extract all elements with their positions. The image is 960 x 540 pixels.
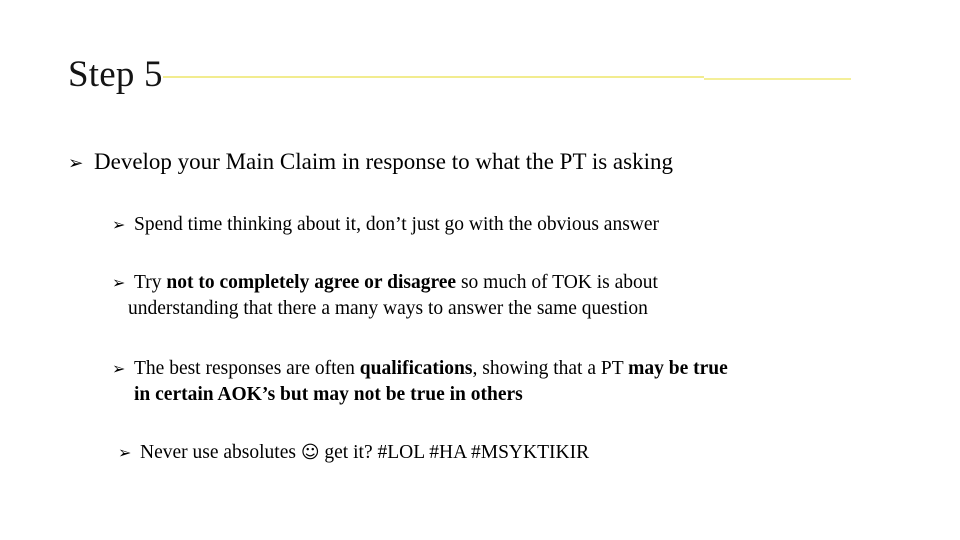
bullet-main: ➢ Develop your Main Claim in response to … (68, 145, 928, 179)
arrow-bullet-icon: ➢ (112, 359, 126, 378)
bullet-sub-3-line2: in certain AOK’s but may not be true in … (134, 384, 523, 405)
title-rule-right (704, 78, 851, 80)
arrow-bullet-icon: ➢ (112, 215, 126, 234)
title-rule-left (163, 76, 704, 78)
arrow-bullet-icon: ➢ (68, 153, 84, 174)
bullet-sub-3-text-bold-2: may be true (628, 358, 728, 379)
bullet-sub-4-text-post: get it? #LOL #HA #MSYKTIKIR (319, 442, 590, 463)
slide: Step 5 ➢ Develop your Main Claim in respo… (0, 0, 960, 540)
bullet-sub-1-text: Spend time thinking about it, don’t just… (134, 214, 660, 235)
bullet-sub-3: ➢ The best responses are often qualificat… (112, 356, 912, 408)
arrow-bullet-icon: ➢ (112, 273, 126, 292)
bullet-sub-4-text-pre: Never use absolutes (140, 442, 301, 463)
page-title: Step 5 (68, 54, 163, 95)
bullet-main-text: Develop your Main Claim in response to w… (94, 149, 673, 174)
bullet-sub-3-text-bold-1: qualifications (359, 358, 473, 379)
bullet-sub-4: ➢ Never use absolutes ☺ get it? #LOL #HA … (118, 440, 918, 466)
bullet-sub-2-line2: understanding that there a many ways to … (128, 298, 648, 319)
bullet-sub-2-text-pre: Try (134, 272, 167, 293)
slide-title-area: Step 5 (68, 52, 860, 102)
arrow-bullet-icon: ➢ (118, 443, 132, 462)
bullet-sub-3-text-pre: The best responses are often (134, 358, 360, 379)
bullet-sub-1: ➢ Spend time thinking about it, don’t jus… (112, 212, 912, 238)
bullet-sub-2: ➢ Try not to completely agree or disagree… (112, 270, 912, 322)
bullet-sub-2-text-bold: not to completely agree or disagree (166, 272, 457, 293)
smiley-face-icon: ☺ (300, 442, 320, 463)
bullet-sub-3-text-mid: , showing that a PT (472, 358, 629, 379)
bullet-sub-2-text-post: so much of TOK is about (456, 272, 658, 293)
